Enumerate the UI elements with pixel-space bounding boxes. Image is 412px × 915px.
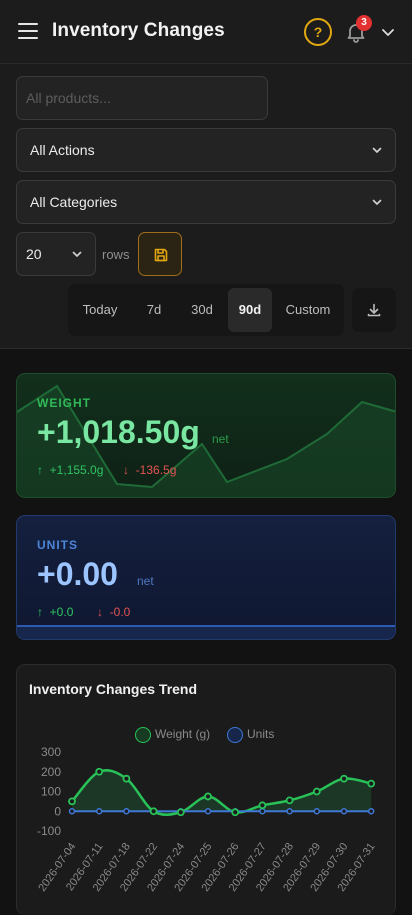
weight-stat-card: WEIGHT +1,018.50g net ↑ +1,155.0g ↓ -136…	[16, 373, 396, 498]
y-tick-label: 100	[41, 785, 61, 799]
range-custom-button[interactable]: Custom	[278, 288, 338, 332]
weight-net-unit: net	[212, 432, 229, 446]
units-point	[367, 808, 375, 815]
units-point	[259, 808, 266, 815]
weight-point	[68, 797, 76, 806]
arrow-up-icon: ↑	[37, 605, 43, 619]
units-net-unit: net	[137, 574, 154, 588]
weight-net-value: +1,018.50g	[37, 414, 200, 450]
top-bar: Inventory Changes ? 3	[0, 0, 412, 64]
weight-point	[340, 774, 348, 783]
download-button[interactable]	[352, 288, 396, 332]
units-point	[123, 808, 130, 815]
units-increase: ↑ +0.0	[37, 605, 73, 619]
units-point	[204, 808, 212, 815]
menu-icon[interactable]	[18, 23, 38, 41]
weight-point	[367, 779, 376, 788]
rows-per-page-select[interactable]: 20	[16, 232, 96, 276]
chevron-down-icon	[372, 147, 382, 153]
weight-point	[231, 808, 240, 817]
units-point	[340, 808, 348, 815]
weight-increase-value: +1,155.0g	[49, 463, 104, 477]
categories-select-value: All Categories	[30, 194, 118, 210]
categories-select[interactable]: All Categories	[16, 180, 396, 224]
actions-select-value: All Actions	[30, 142, 95, 158]
y-tick-label: 200	[41, 765, 61, 779]
arrow-down-icon: ↓	[123, 463, 129, 477]
weight-decrease-value: -136.5g	[135, 463, 177, 477]
weight-point	[285, 796, 294, 805]
range-7d-button[interactable]: 7d	[134, 288, 174, 332]
range-90d-button[interactable]: 90d	[228, 288, 272, 332]
y-tick-label: -100	[37, 824, 61, 838]
weight-point	[122, 774, 131, 783]
date-range-group: Today 7d 30d 90d Custom	[68, 284, 344, 336]
units-point	[95, 808, 103, 815]
chevron-down-icon	[372, 199, 382, 205]
search-placeholder: All products...	[26, 90, 111, 106]
trend-chart: 3002001000-1002026-07-042026-07-112026-0…	[36, 745, 377, 894]
arrow-up-icon: ↑	[37, 463, 43, 477]
chevron-down-icon	[72, 251, 82, 257]
units-label: UNITS	[37, 538, 78, 552]
weight-point	[204, 792, 212, 801]
units-point	[68, 808, 76, 815]
units-decrease-value: -0.0	[109, 605, 131, 619]
weight-point	[149, 807, 158, 816]
y-tick-label: 300	[41, 745, 61, 759]
save-icon	[154, 248, 168, 262]
arrow-down-icon: ↓	[97, 605, 103, 619]
filter-panel: All products... All Actions All Categori…	[0, 64, 412, 349]
page-title: Inventory Changes	[52, 20, 225, 41]
save-filter-button[interactable]	[138, 232, 182, 276]
range-today-button[interactable]: Today	[72, 288, 128, 332]
units-point	[286, 808, 293, 815]
units-stat-card: UNITS +0.00 net ↑ +0.0 ↓ -0.0	[16, 515, 396, 640]
units-point	[313, 808, 321, 815]
weight-point	[312, 787, 321, 796]
weight-area	[72, 770, 372, 815]
actions-select[interactable]: All Actions	[16, 128, 396, 172]
units-net-value: +0.00	[37, 556, 118, 592]
units-increase-value: +0.0	[49, 605, 74, 619]
weight-decrease: ↓ -136.5g	[123, 463, 176, 477]
rows-label: rows	[102, 247, 130, 262]
range-30d-button[interactable]: 30d	[180, 288, 224, 332]
help-icon[interactable]: ?	[304, 18, 332, 46]
weight-point	[95, 767, 104, 776]
weight-point	[258, 801, 267, 810]
notification-badge: 3	[356, 15, 372, 31]
y-tick-label: 0	[54, 804, 61, 818]
units-decrease: ↓ -0.0	[97, 605, 130, 619]
rows-select-value: 20	[26, 246, 42, 262]
account-chevron-down-icon[interactable]	[380, 24, 396, 40]
weight-point	[176, 808, 185, 817]
weight-increase: ↑ +1,155.0g	[37, 463, 103, 477]
product-search-input[interactable]: All products...	[16, 76, 268, 120]
download-icon	[367, 303, 381, 317]
weight-label: WEIGHT	[37, 396, 91, 410]
trend-chart-card: Inventory Changes Trend Weight (g) Units…	[16, 664, 396, 915]
